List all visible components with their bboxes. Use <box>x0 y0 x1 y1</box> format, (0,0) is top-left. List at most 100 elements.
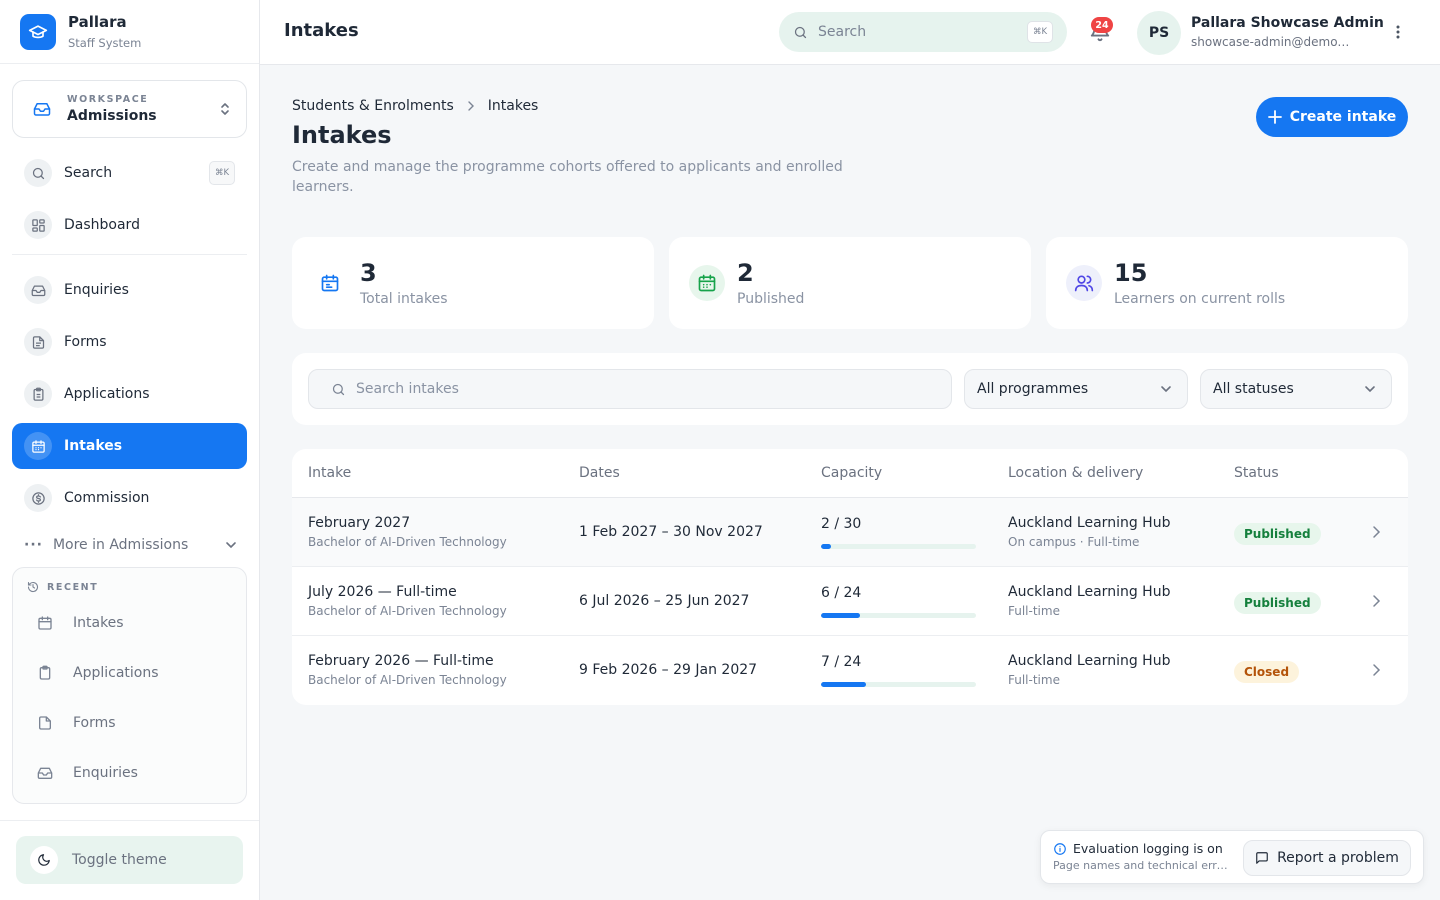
brand-subtitle: Staff System <box>68 36 142 50</box>
sidebar-item-enquiries[interactable]: Enquiries <box>12 267 247 313</box>
avatar[interactable]: PS <box>1137 11 1181 55</box>
recent-item-forms[interactable]: Forms <box>37 712 116 734</box>
toast-title: Evaluation logging is on <box>1053 841 1223 856</box>
history-icon <box>27 581 47 593</box>
calendar-check-icon <box>689 265 725 301</box>
info-icon <box>1053 842 1073 856</box>
chevron-up-down-icon <box>218 101 232 117</box>
column-header-location: Location & delivery <box>1008 465 1144 481</box>
document-icon <box>37 715 73 731</box>
report-problem-button[interactable]: Report a problem <box>1243 840 1411 876</box>
toggle-theme-label: Toggle theme <box>72 852 167 868</box>
global-search-input[interactable]: Search ⌘K <box>779 12 1067 52</box>
breadcrumb-item[interactable]: Students & Enrolments <box>292 98 454 114</box>
intake-capacity: 2 / 30 <box>821 516 862 532</box>
inbox-icon <box>24 276 52 304</box>
user-email: showcase-admin@demo.pallara.app <box>1191 35 1351 49</box>
workspace-switcher[interactable]: WORKSPACE Admissions <box>12 80 247 138</box>
calendar-icon <box>312 265 348 301</box>
intake-location: Auckland Learning Hub <box>1008 515 1171 531</box>
search-placeholder: Search <box>818 24 867 40</box>
sidebar: Pallara Staff System WORKSPACE Admission… <box>0 0 260 900</box>
sidebar-item-commission[interactable]: Commission <box>12 475 247 521</box>
top-header: Intakes Search ⌘K 24 PS Pallara Showcase… <box>260 0 1440 65</box>
more-in-admissions[interactable]: ··· More in Admissions <box>24 534 238 556</box>
stat-value: 3 <box>360 259 377 287</box>
column-header-intake: Intake <box>308 465 352 481</box>
recent-item-applications[interactable]: Applications <box>37 662 159 684</box>
status-badge: Closed <box>1234 661 1300 683</box>
shortcut-hint: ⌘K <box>1027 21 1053 43</box>
page-title: Intakes <box>292 121 392 149</box>
report-problem-label: Report a problem <box>1277 850 1399 866</box>
users-icon <box>1066 265 1102 301</box>
table-row[interactable]: July 2026 — Full-time Bachelor of AI-Dri… <box>292 567 1408 636</box>
stat-value: 2 <box>737 259 754 287</box>
recent-item-label: Intakes <box>73 615 124 631</box>
column-header-capacity: Capacity <box>821 465 883 481</box>
recent-item-enquiries[interactable]: Enquiries <box>37 762 138 784</box>
more-menu-button[interactable] <box>1388 22 1408 42</box>
sidebar-item-applications[interactable]: Applications <box>12 371 247 417</box>
brand[interactable]: Pallara Staff System <box>0 0 259 64</box>
breadcrumb: Students & Enrolments Intakes <box>292 98 538 114</box>
message-icon <box>1255 851 1277 865</box>
sidebar-item-forms[interactable]: Forms <box>12 319 247 365</box>
sidebar-item-label: Search <box>64 165 113 181</box>
toggle-theme-button[interactable]: Toggle theme <box>16 836 243 884</box>
moon-icon <box>30 846 58 874</box>
recent-item-intakes[interactable]: Intakes <box>37 612 124 634</box>
column-header-dates: Dates <box>579 465 620 481</box>
graduation-cap-icon <box>20 13 56 50</box>
capacity-fill <box>821 613 860 618</box>
search-placeholder: Search intakes <box>356 381 459 397</box>
recent-item-label: Enquiries <box>73 765 138 781</box>
chevron-down-icon <box>224 538 238 552</box>
capacity-bar <box>821 544 976 549</box>
sidebar-divider <box>12 254 247 255</box>
status-select-value: All statuses <box>1213 381 1294 397</box>
capacity-fill <box>821 682 867 687</box>
capacity-bar <box>821 613 976 618</box>
intake-programme: Bachelor of AI-Driven Technology <box>308 673 507 687</box>
create-intake-label: Create intake <box>1289 109 1397 125</box>
workspace-name: Admissions <box>67 108 157 124</box>
toast-subtitle: Page names and technical errors are reco… <box>1053 859 1229 872</box>
inbox-icon <box>37 765 73 781</box>
sidebar-item-dashboard[interactable]: Dashboard <box>12 202 247 248</box>
stat-value: 15 <box>1114 259 1148 287</box>
sidebar-item-intakes[interactable]: Intakes <box>12 423 247 469</box>
programme-select-value: All programmes <box>977 381 1089 397</box>
column-header-status: Status <box>1234 465 1279 481</box>
recent-heading: RECENT <box>27 581 98 593</box>
sidebar-item-label: Forms <box>64 334 107 350</box>
intake-dates: 1 Feb 2027 – 30 Nov 2027 <box>579 524 763 540</box>
recent-label: RECENT <box>47 581 99 593</box>
programme-select[interactable]: All programmes <box>964 369 1188 409</box>
table-row[interactable]: February 2027 Bachelor of AI-Driven Tech… <box>292 498 1408 567</box>
stat-label: Published <box>737 291 805 307</box>
sidebar-item-search[interactable]: Search ⌘K <box>12 150 247 196</box>
status-select[interactable]: All statuses <box>1200 369 1392 409</box>
table-row[interactable]: February 2026 — Full-time Bachelor of AI… <box>292 636 1408 705</box>
intakes-table: Intake Dates Capacity Location & deliver… <box>292 449 1408 705</box>
calendar-icon <box>37 615 73 631</box>
plus-icon <box>1267 110 1290 124</box>
sidebar-item-label: Enquiries <box>64 282 129 298</box>
kebab-icon <box>1396 25 1400 39</box>
sidebar-item-label: Commission <box>64 490 150 506</box>
sidebar-item-label: Intakes <box>64 438 123 454</box>
intake-delivery: Full-time <box>1008 673 1060 687</box>
chevron-right-icon <box>466 101 476 111</box>
create-intake-button[interactable]: Create intake <box>1256 97 1408 137</box>
filters-bar: Search intakes All programmes All status… <box>292 353 1408 425</box>
capacity-fill <box>821 544 832 549</box>
intake-search-input[interactable]: Search intakes <box>308 369 952 409</box>
intake-name: July 2026 — Full-time <box>308 584 457 600</box>
intake-programme: Bachelor of AI-Driven Technology <box>308 604 507 618</box>
workspace-label: WORKSPACE <box>67 94 149 105</box>
more-dots-icon: ··· <box>24 537 43 553</box>
intake-capacity: 7 / 24 <box>821 654 862 670</box>
intake-name: February 2026 — Full-time <box>308 653 494 669</box>
breadcrumb-item: Intakes <box>487 98 539 114</box>
